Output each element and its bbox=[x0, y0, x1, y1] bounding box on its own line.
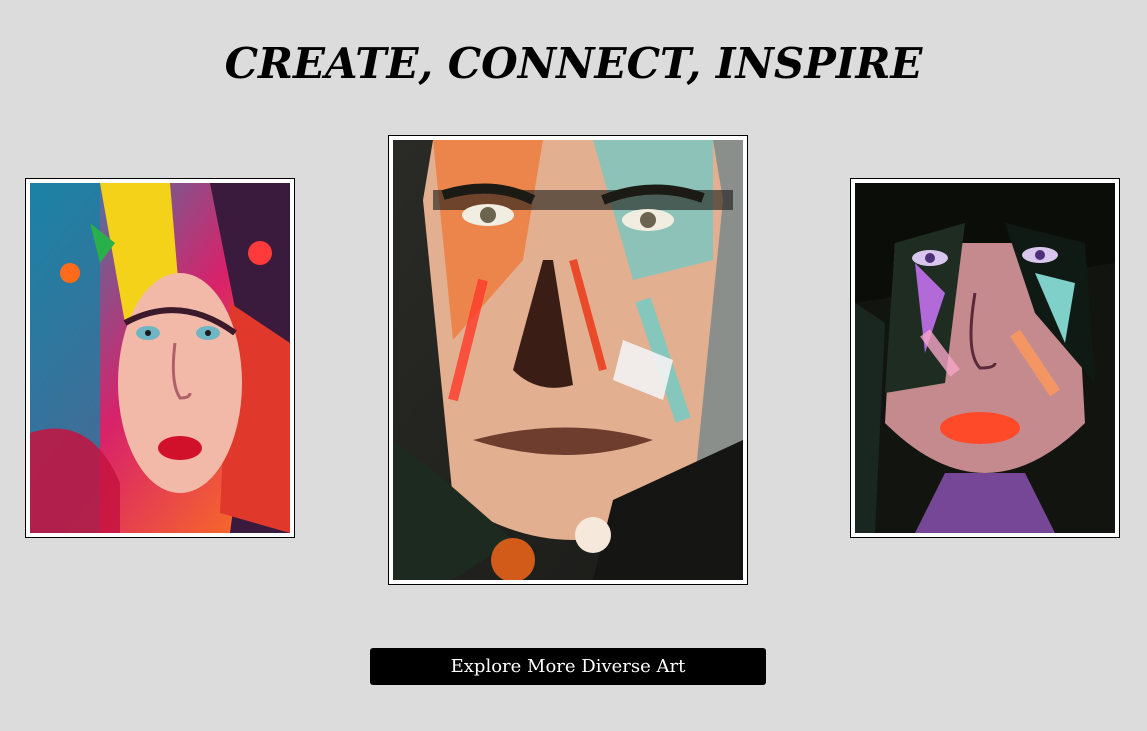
painting-woman-portrait bbox=[30, 183, 290, 533]
page-title: CREATE, CONNECT, INSPIRE bbox=[224, 39, 923, 88]
page: CREATE, CONNECT, INSPIRE Explore More Di… bbox=[0, 0, 1147, 731]
explore-more-button[interactable]: Explore More Diverse Art bbox=[370, 648, 766, 685]
gallery-painting-left[interactable] bbox=[25, 178, 295, 538]
gallery-painting-right[interactable] bbox=[850, 178, 1120, 538]
gallery-painting-center[interactable] bbox=[388, 135, 748, 585]
painting-woman-portrait-dark bbox=[855, 183, 1115, 533]
painting-man-portrait bbox=[393, 140, 743, 580]
